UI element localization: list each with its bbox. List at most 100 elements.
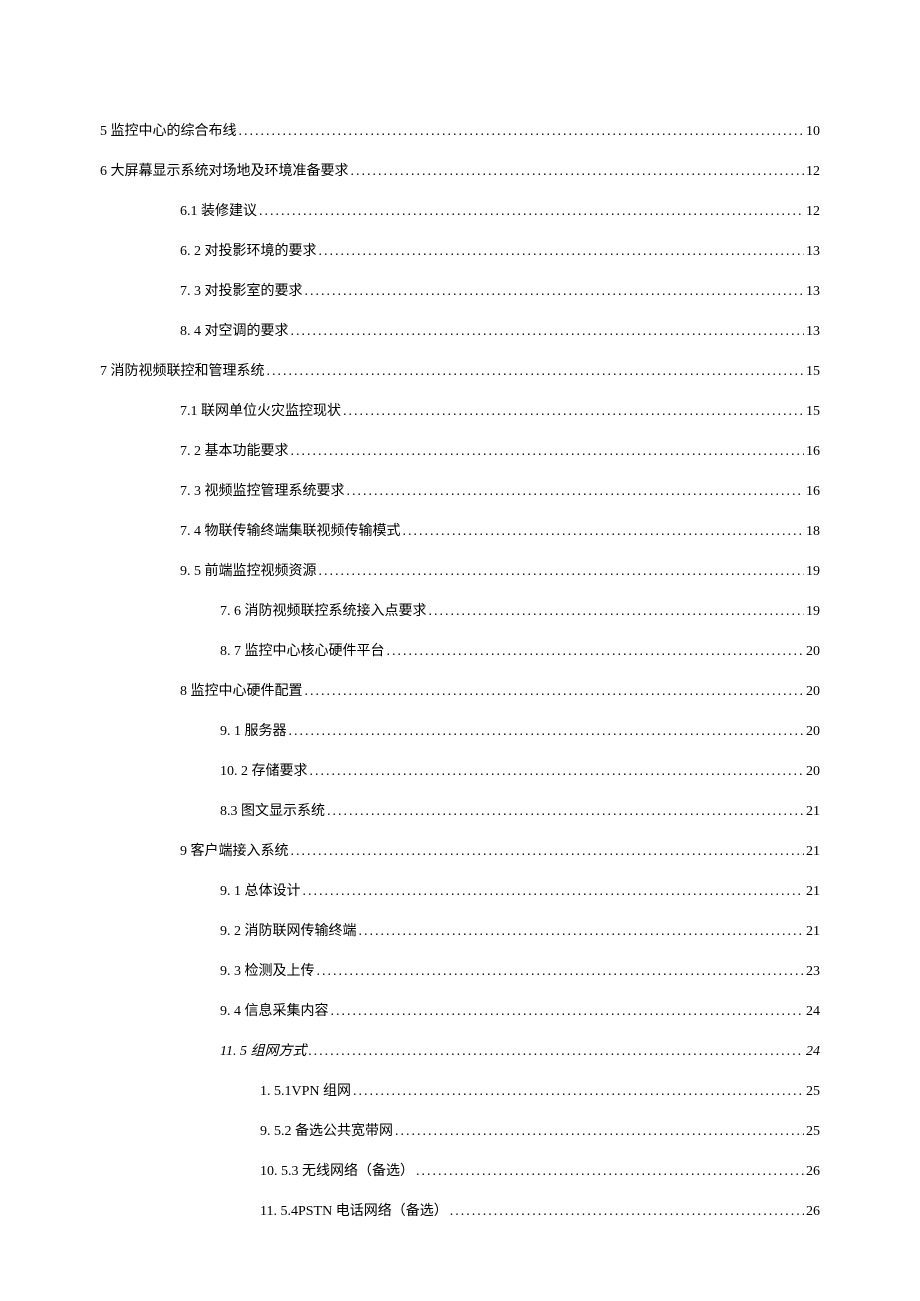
toc-dots	[450, 1204, 804, 1220]
toc-entry-label: 8.3 图文显示系统	[220, 800, 325, 820]
toc-entry: 11. 5.4PSTN 电话网络（备选）26	[100, 1200, 820, 1220]
toc-entry: 9 客户端接入系统21	[100, 840, 820, 860]
toc-entry-label: 8. 7 监控中心核心硬件平台	[220, 640, 385, 660]
toc-entry-page: 20	[806, 684, 820, 700]
toc-entry-page: 13	[806, 244, 820, 260]
toc-dots	[289, 724, 805, 740]
toc-dots	[259, 204, 804, 220]
toc-entry-page: 20	[806, 644, 820, 660]
toc-entry: 9. 1 服务器 20	[100, 720, 820, 740]
toc-dots	[403, 524, 805, 540]
toc-entry-page: 16	[806, 484, 820, 500]
toc-entry-label: 5 监控中心的综合布线	[100, 120, 237, 140]
toc-entry-label: 7.1 联网单位火灾监控现状	[180, 400, 341, 420]
toc-entry: 9. 3 检测及上传 23	[100, 960, 820, 980]
toc-entry: 7. 4 物联传输终端集联视频传输模式 18	[100, 520, 820, 540]
toc-entry-label: 8. 4 对空调的要求	[180, 320, 289, 340]
toc-dots	[239, 124, 805, 140]
toc-entry-label: 6.1 装修建议	[180, 200, 257, 220]
toc-entry: 5 监控中心的综合布线 10	[100, 120, 820, 140]
toc-entry: 8. 7 监控中心核心硬件平台 20	[100, 640, 820, 660]
toc-dots	[359, 924, 805, 940]
toc-entry: 6 大屏幕显示系统对场地及环境准备要求 12	[100, 160, 820, 180]
toc-dots	[303, 884, 805, 900]
toc-entry: 9. 5.2 备选公共宽带网25	[100, 1120, 820, 1140]
toc-dots	[347, 484, 805, 500]
toc-dots	[395, 1124, 804, 1140]
toc-dots	[343, 404, 804, 420]
toc-dots	[319, 564, 805, 580]
toc-entry-label: 9. 1 服务器	[220, 720, 287, 740]
toc-dots	[351, 164, 805, 180]
toc-entry-page: 20	[806, 724, 820, 740]
toc-entry-label: 11. 5.4PSTN 电话网络（备选）	[260, 1200, 448, 1220]
toc-dots	[267, 364, 805, 380]
toc-entry-label: 7. 2 基本功能要求	[180, 440, 289, 460]
toc-entry-page: 26	[806, 1164, 820, 1180]
toc-entry-page: 19	[806, 604, 820, 620]
toc-entry: 6. 2 对投影环境的要求 13	[100, 240, 820, 260]
toc-dots	[317, 964, 805, 980]
toc-entry-page: 10	[806, 124, 820, 140]
toc-entry: 9. 4 信息采集内容 24	[100, 1000, 820, 1020]
toc-entry-page: 21	[806, 844, 820, 860]
toc-dots	[291, 444, 805, 460]
toc-entry-page: 23	[806, 964, 820, 980]
toc-dots	[327, 804, 804, 820]
toc-entry: 9. 5 前端监控视频资源 19	[100, 560, 820, 580]
toc-entry-label: 10. 2 存储要求	[220, 760, 308, 780]
toc-entry: 7. 6 消防视频联控系统接入点要求 19	[100, 600, 820, 620]
toc-dots	[353, 1084, 804, 1100]
toc-entry-label: 7. 6 消防视频联控系统接入点要求	[220, 600, 427, 620]
toc-entry-label: 7. 4 物联传输终端集联视频传输模式	[180, 520, 401, 540]
toc-entry: 7. 2 基本功能要求 16	[100, 440, 820, 460]
toc-entry-page: 24	[806, 1044, 820, 1060]
toc-dots	[429, 604, 805, 620]
table-of-contents: 5 监控中心的综合布线106 大屏幕显示系统对场地及环境准备要求126.1 装修…	[100, 120, 820, 1220]
toc-entry-page: 19	[806, 564, 820, 580]
toc-entry-label: 7. 3 视频监控管理系统要求	[180, 480, 345, 500]
toc-entry: 7. 3 对投影室的要求 13	[100, 280, 820, 300]
toc-entry-label: 9. 1 总体设计	[220, 880, 301, 900]
toc-entry-label: 11. 5 组网方式	[220, 1040, 306, 1060]
toc-entry-page: 15	[806, 364, 820, 380]
toc-dots	[319, 244, 805, 260]
toc-entry-page: 16	[806, 444, 820, 460]
toc-entry-label: 6 大屏幕显示系统对场地及环境准备要求	[100, 160, 349, 180]
toc-entry-label: 9. 3 检测及上传	[220, 960, 315, 980]
toc-entry-page: 12	[806, 164, 820, 180]
toc-entry-page: 18	[806, 524, 820, 540]
toc-entry-label: 6. 2 对投影环境的要求	[180, 240, 317, 260]
toc-entry: 7 消防视频联控和管理系统 15	[100, 360, 820, 380]
toc-entry-page: 20	[806, 764, 820, 780]
toc-entry: 10. 2 存储要求 20	[100, 760, 820, 780]
toc-entry-page: 12	[806, 204, 820, 220]
toc-entry: 10. 5.3 无线网络（备选） 26	[100, 1160, 820, 1180]
toc-entry-label: 1. 5.1VPN 组网	[260, 1080, 351, 1100]
toc-entry-label: 7 消防视频联控和管理系统	[100, 360, 265, 380]
toc-dots	[305, 284, 805, 300]
toc-entry-label: 9. 5 前端监控视频资源	[180, 560, 317, 580]
toc-entry: 11. 5 组网方式 24	[100, 1040, 820, 1060]
toc-dots	[310, 764, 805, 780]
toc-entry: 8 监控中心硬件配置 20	[100, 680, 820, 700]
toc-entry-page: 15	[806, 404, 820, 420]
toc-entry-page: 21	[806, 924, 820, 940]
toc-dots	[331, 1004, 805, 1020]
toc-entry: 9. 1 总体设计 21	[100, 880, 820, 900]
toc-entry-page: 21	[806, 884, 820, 900]
toc-entry-label: 9. 4 信息采集内容	[220, 1000, 329, 1020]
toc-entry-label: 7. 3 对投影室的要求	[180, 280, 303, 300]
toc-entry: 1. 5.1VPN 组网25	[100, 1080, 820, 1100]
toc-dots	[308, 1044, 804, 1060]
toc-dots	[387, 644, 805, 660]
toc-entry-label: 8 监控中心硬件配置	[180, 680, 303, 700]
toc-entry-label: 10. 5.3 无线网络（备选）	[260, 1160, 414, 1180]
toc-entry-page: 24	[806, 1004, 820, 1020]
toc-entry-page: 13	[806, 284, 820, 300]
toc-entry: 8. 4 对空调的要求 13	[100, 320, 820, 340]
toc-entry: 7.1 联网单位火灾监控现状 15	[100, 400, 820, 420]
toc-entry: 6.1 装修建议 12	[100, 200, 820, 220]
toc-entry-page: 21	[806, 804, 820, 820]
toc-dots	[291, 844, 805, 860]
